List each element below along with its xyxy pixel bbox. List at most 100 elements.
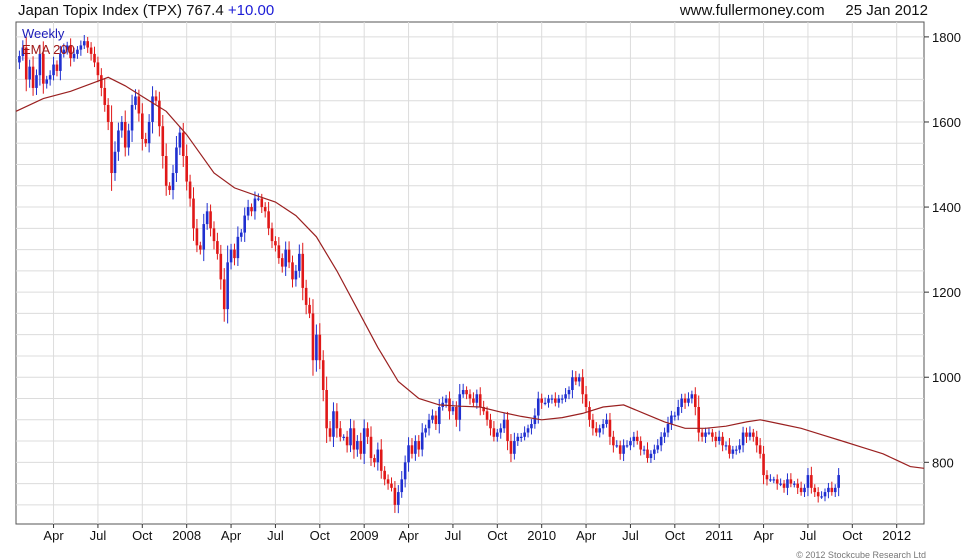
bar-down (199, 245, 202, 250)
bar-down (721, 436, 724, 446)
bar-up (536, 398, 540, 416)
bar-down (584, 394, 588, 408)
bar-down (789, 479, 793, 484)
bar-down (540, 398, 543, 403)
x-tick-label: Apr (43, 528, 64, 543)
bar-down (554, 398, 557, 403)
bar-down (608, 419, 612, 437)
bar-up (550, 398, 554, 400)
bar-up (134, 96, 137, 105)
bar-down (581, 377, 584, 395)
bar-down (31, 66, 35, 88)
bar-down (639, 441, 642, 450)
bar-up (257, 198, 260, 200)
x-tick-label: Apr (576, 528, 597, 543)
bar-up (437, 407, 441, 425)
bar-up (513, 441, 516, 454)
bar-down (489, 419, 492, 429)
x-tick-label: Jul (800, 528, 817, 543)
bar-down (321, 360, 325, 390)
bar-up (601, 424, 605, 429)
bar-down (216, 241, 219, 254)
bar-up (564, 394, 567, 399)
bar-down (595, 428, 598, 433)
bar-up (615, 445, 619, 447)
bar-up (376, 449, 380, 463)
x-tick-label: Jul (445, 528, 462, 543)
bar-up (837, 475, 840, 488)
bar-up (707, 432, 711, 434)
bar-down (373, 458, 376, 463)
bar-down (693, 394, 697, 408)
bar-down (185, 156, 188, 182)
bar-up (741, 432, 745, 446)
bar-down (328, 428, 332, 437)
bar-down (222, 279, 226, 310)
bar-up (567, 389, 571, 395)
bar-down (267, 211, 270, 229)
bar-up (414, 441, 417, 454)
bar-up (35, 75, 38, 88)
y-tick-label: 1200 (932, 285, 961, 300)
bar-down (591, 419, 595, 429)
bar-up (284, 249, 287, 267)
bar-down (352, 428, 356, 450)
bar-up (496, 432, 499, 437)
x-tick-label: Oct (132, 528, 153, 543)
bar-down (618, 445, 622, 454)
bar-up (427, 419, 431, 429)
bar-down (359, 441, 363, 454)
bar-down (192, 198, 195, 229)
bar-up (431, 415, 434, 420)
bar-up (407, 445, 410, 463)
x-tick-label: Oct (487, 528, 508, 543)
bar-up (625, 445, 629, 447)
bar-up (298, 253, 301, 271)
bar-up (45, 79, 49, 84)
bar-down (250, 207, 253, 212)
bar-down (287, 249, 291, 263)
bar-down (796, 483, 799, 488)
bar-up (786, 479, 789, 488)
bar-up (670, 415, 673, 425)
bar-up (332, 411, 335, 437)
bar-down (338, 428, 342, 437)
bar-down (233, 249, 236, 259)
bar-up (315, 334, 318, 361)
bar-up (229, 249, 233, 263)
bar-down (714, 436, 718, 442)
bar-down (301, 253, 305, 288)
bar-up (547, 398, 550, 403)
bar-up (420, 432, 424, 450)
bar-up (18, 56, 21, 63)
bar-down (434, 415, 438, 425)
bar-down (144, 138, 148, 144)
bar-up (731, 449, 735, 454)
bar-up (400, 479, 404, 493)
bar-down (813, 487, 817, 493)
bar-up (557, 398, 561, 403)
bar-up (724, 445, 728, 447)
bar-down (277, 245, 281, 259)
bar-up (734, 449, 738, 451)
bar-up (205, 211, 209, 225)
bar-down (816, 492, 820, 497)
bar-up (236, 236, 240, 259)
bar-down (311, 313, 315, 361)
bar-down (335, 411, 339, 429)
x-tick-label: Apr (753, 528, 774, 543)
bar-down (762, 453, 765, 476)
x-tick-label: Oct (665, 528, 686, 543)
bar-down (304, 287, 308, 305)
bar-down (775, 479, 779, 484)
bar-up (349, 428, 352, 446)
bar-up (397, 492, 400, 505)
bar-down (700, 432, 704, 437)
bar-down (410, 445, 414, 454)
x-tick-label: Jul (90, 528, 107, 543)
x-tick-label: Apr (398, 528, 419, 543)
x-tick-label: 2011 (705, 528, 733, 543)
bar-down (745, 432, 748, 437)
bar-up (362, 428, 366, 454)
bar-up (151, 96, 154, 122)
